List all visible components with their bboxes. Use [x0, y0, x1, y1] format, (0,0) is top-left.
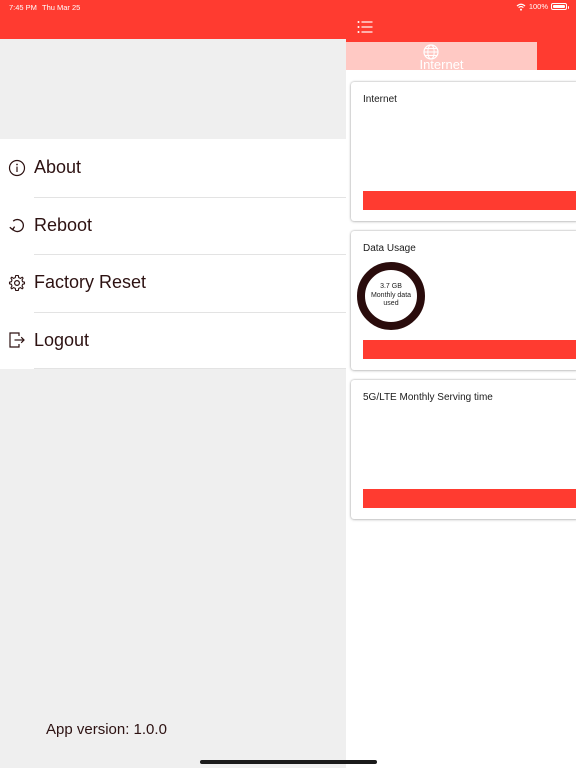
- data-usage-card-button[interactable]: [363, 340, 576, 359]
- donut-value: 3.7 GB: [380, 283, 402, 291]
- card-title-serving-time: 5G/LTE Monthly Serving time: [363, 392, 493, 403]
- data-usage-card: Data Usage 3.7 GB Monthly data used: [351, 231, 576, 370]
- battery-icon: [551, 3, 569, 10]
- logout-icon: [9, 332, 25, 348]
- status-indicators: 100%: [516, 2, 569, 11]
- menu-label-about: About: [34, 157, 82, 178]
- card-title-data-usage: Data Usage: [363, 243, 416, 254]
- card-title-internet: Internet: [363, 94, 397, 105]
- drawer-menu: About Reboot Factory Reset Logout: [0, 139, 346, 369]
- menu-item-logout[interactable]: Logout: [0, 311, 346, 370]
- status-date: Thu Mar 25: [42, 3, 81, 12]
- data-usage-donut: 3.7 GB Monthly data used: [357, 262, 425, 330]
- tab-label-internet: Internet: [419, 57, 464, 70]
- menu-item-reboot[interactable]: Reboot: [0, 196, 346, 255]
- status-bar: 7:45 PM Thu Mar 25 100%: [0, 0, 576, 16]
- menu-label-logout: Logout: [34, 329, 90, 350]
- home-indicator: [200, 760, 377, 764]
- menu-label-reboot: Reboot: [34, 214, 93, 235]
- app-version: App version: 1.0.0: [46, 721, 167, 738]
- serving-time-card: 5G/LTE Monthly Serving time: [351, 380, 576, 519]
- donut-caption-line2: used: [383, 300, 399, 308]
- reboot-icon: [9, 219, 24, 233]
- battery-level: [553, 5, 565, 8]
- info-icon: [8, 159, 26, 176]
- internet-card-button[interactable]: [363, 191, 576, 210]
- menu-item-about[interactable]: About: [0, 139, 346, 197]
- internet-card: Internet: [351, 82, 576, 221]
- menu-label-factory-reset: Factory Reset: [34, 272, 147, 293]
- main-panel: Internet Internet Data Usage 3.7 GB Mont…: [346, 0, 576, 768]
- donut-caption-line1: Monthly data: [370, 291, 412, 299]
- tab-internet[interactable]: Internet: [346, 42, 537, 70]
- menu-item-factory-reset[interactable]: Factory Reset: [0, 254, 346, 312]
- donut-label: 3.7 GB Monthly data used: [365, 270, 417, 322]
- status-time: 7:45 PM: [9, 3, 37, 12]
- side-drawer: About Reboot Factory Reset Logout App ve…: [0, 0, 346, 768]
- battery-percent: 100%: [528, 2, 548, 11]
- serving-time-card-button[interactable]: [363, 489, 576, 508]
- list-menu-icon[interactable]: [357, 20, 373, 34]
- gear-icon: [8, 274, 26, 291]
- wifi-icon: [516, 3, 526, 11]
